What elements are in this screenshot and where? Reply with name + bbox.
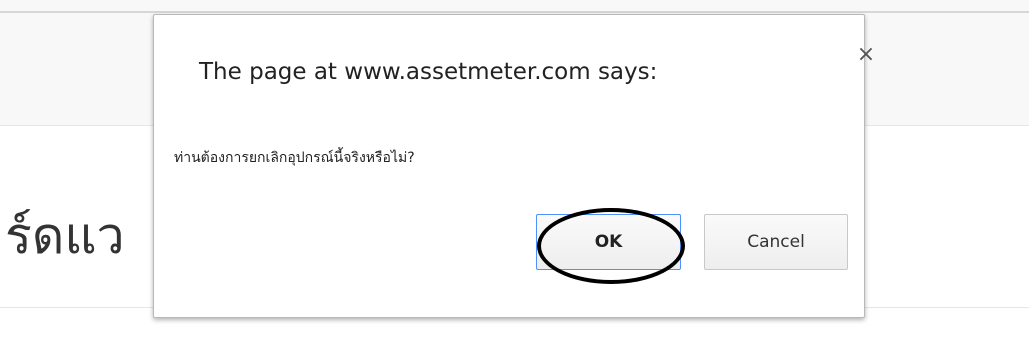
cancel-button[interactable]: Cancel bbox=[704, 214, 848, 270]
ok-button-label: OK bbox=[594, 232, 623, 252]
dialog-message: ท่านต้องการยกเลิกอุปกรณ์นี้จริงหรือไม่? bbox=[174, 150, 415, 166]
dialog-title: The page at www.assetmeter.com says: bbox=[199, 59, 658, 85]
alert-dialog: The page at www.assetmeter.com says: × ท… bbox=[153, 14, 875, 318]
cancel-button-label: Cancel bbox=[747, 232, 805, 252]
close-icon[interactable]: × bbox=[854, 43, 878, 67]
ok-button[interactable]: OK bbox=[536, 214, 681, 270]
page-heading: ร์ดแว bbox=[5, 207, 125, 265]
toolbar-divider bbox=[0, 11, 1029, 13]
